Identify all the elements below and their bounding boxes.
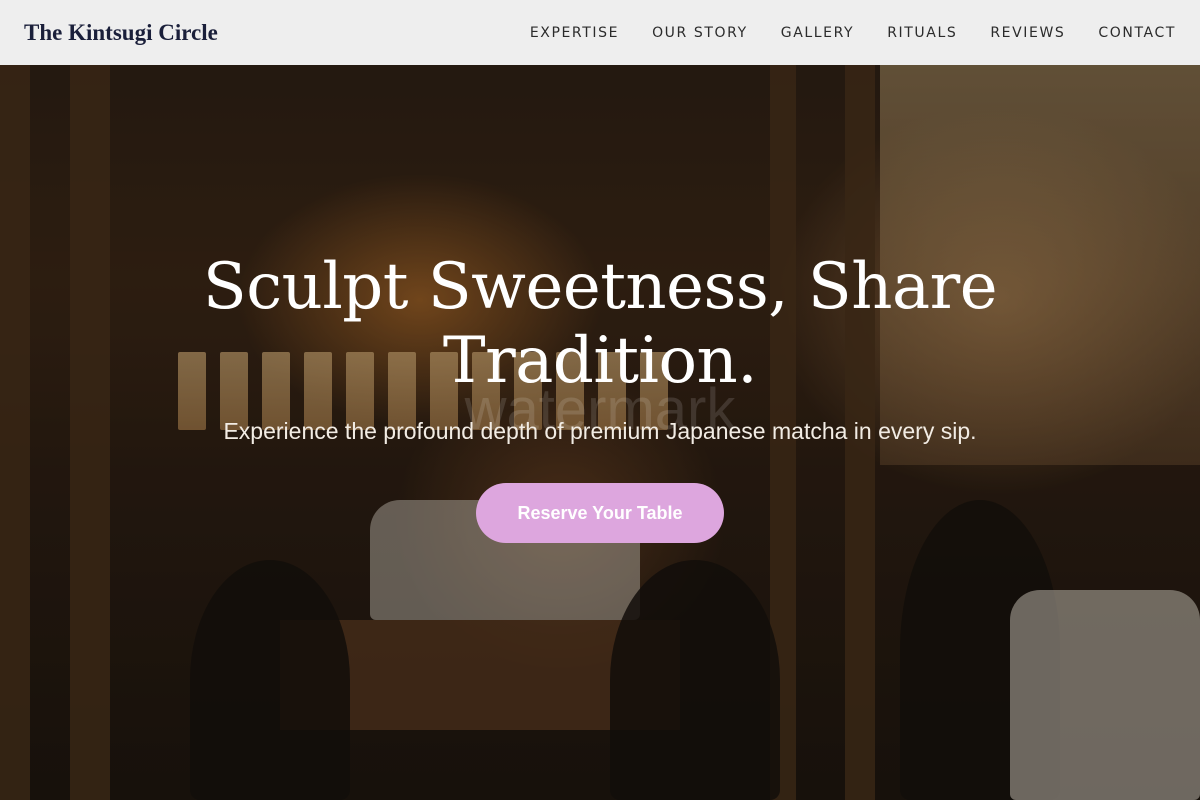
nav-link-expertise[interactable]: EXPERTISE [530, 25, 619, 41]
hero-subtitle: Experience the profound depth of premium… [223, 418, 977, 444]
nav-link-contact[interactable]: CONTACT [1098, 25, 1176, 41]
nav-link-rituals[interactable]: RITUALS [887, 25, 957, 41]
main-nav: EXPERTISE OUR STORY GALLERY RITUALS REVI… [530, 25, 1176, 41]
hero-headline: Sculpt Sweetness, Share Tradition. [202, 250, 998, 398]
nav-link-reviews[interactable]: REVIEWS [990, 25, 1065, 41]
brand-logo-text[interactable]: The Kintsugi Circle [24, 20, 218, 46]
nav-link-our-story[interactable]: OUR STORY [652, 25, 748, 41]
top-navbar: The Kintsugi Circle EXPERTISE OUR STORY … [0, 0, 1200, 65]
reserve-table-button[interactable]: Reserve Your Table [476, 483, 724, 543]
hero-section: Sculpt Sweetness, Share Tradition. Exper… [0, 250, 1200, 543]
nav-link-gallery[interactable]: GALLERY [781, 25, 854, 41]
